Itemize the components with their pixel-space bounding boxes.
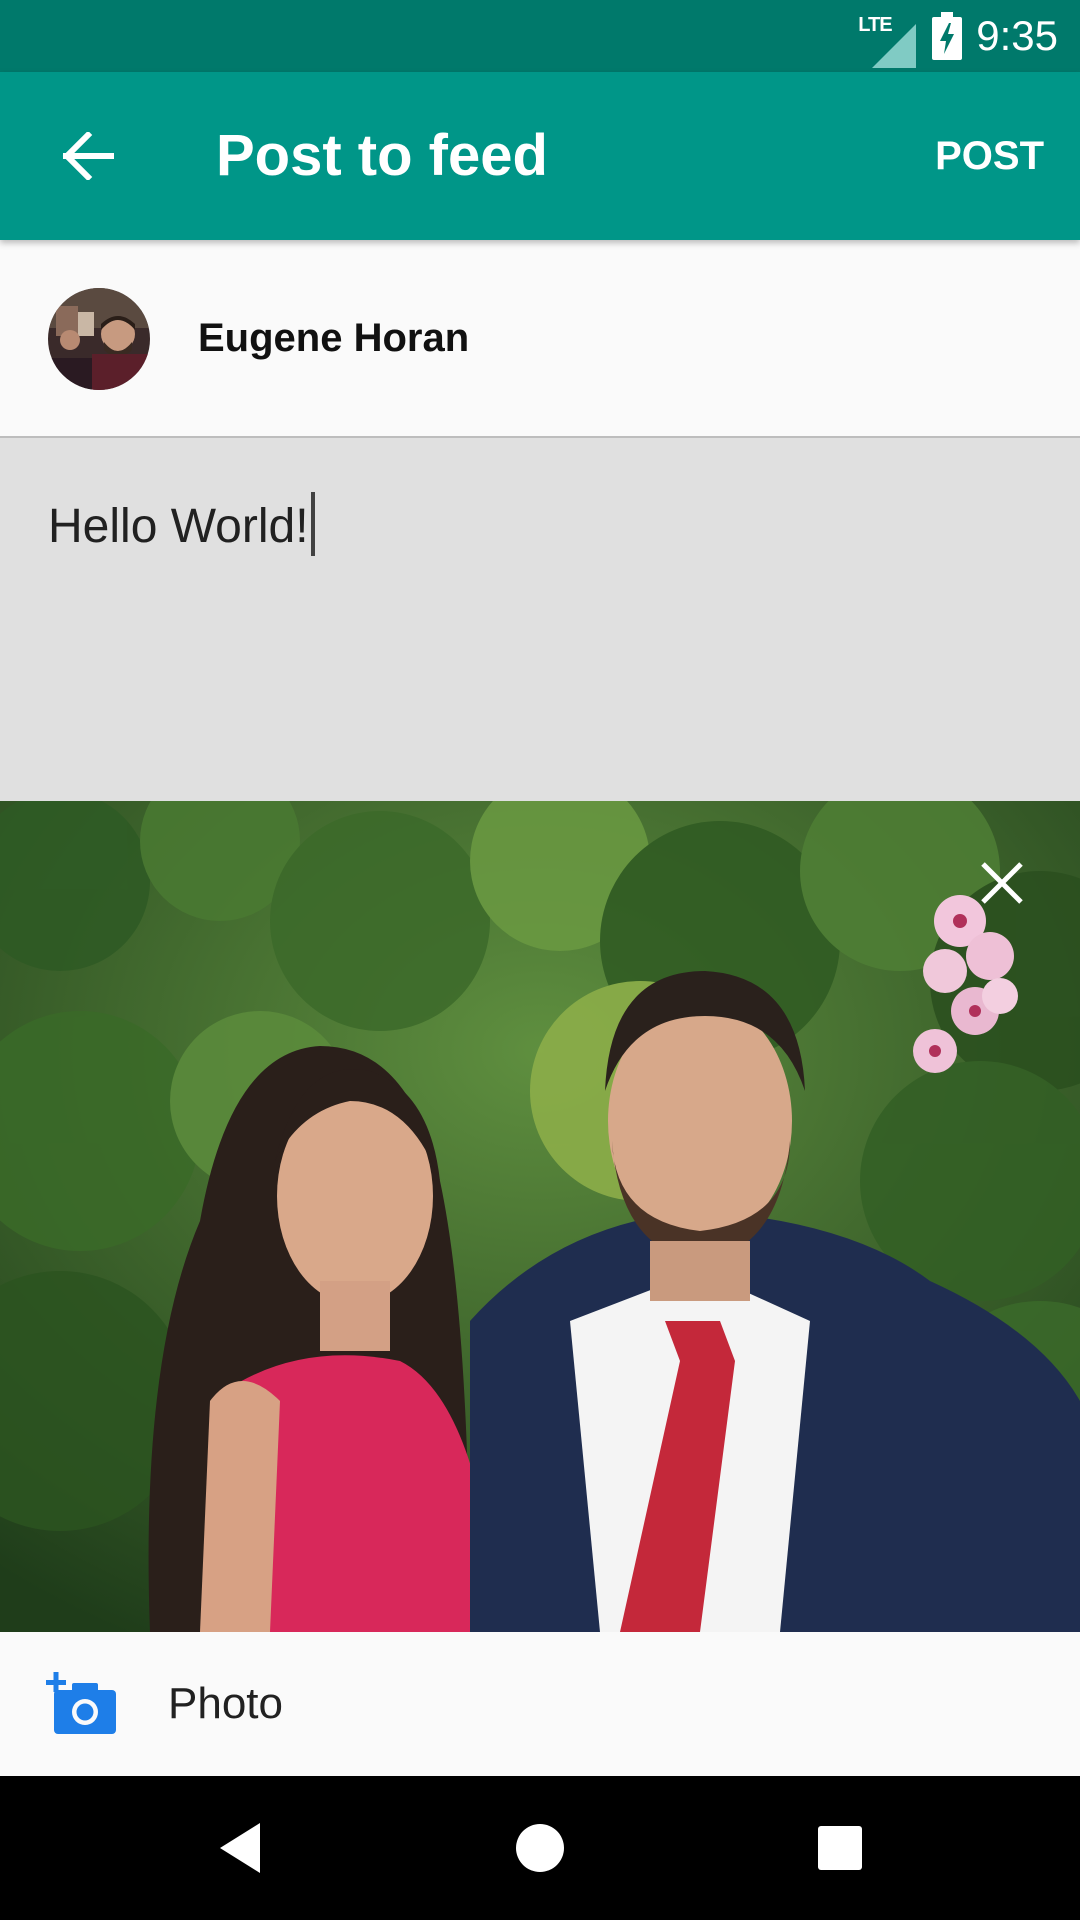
close-icon — [981, 862, 1023, 904]
avatar — [48, 288, 150, 390]
status-icons: LTE 9:35 — [858, 0, 1058, 72]
lte-signal-icon: LTE — [858, 12, 918, 68]
nav-recents-icon — [818, 1826, 862, 1870]
nav-back-button[interactable] — [204, 1812, 276, 1884]
add-photo-button[interactable]: Photo — [0, 1632, 1080, 1776]
post-button[interactable]: POST — [935, 120, 1044, 192]
nav-back-icon — [220, 1823, 260, 1873]
nav-recents-button[interactable] — [804, 1812, 876, 1884]
post-text-value: Hello World! — [48, 500, 309, 553]
author-name: Eugene Horan — [198, 316, 470, 360]
author-row: Eugene Horan — [0, 240, 1080, 438]
nav-home-icon — [516, 1824, 564, 1872]
signal-icon — [872, 24, 917, 68]
screen: LTE 9:35 Post to feed POST Eugene Horan … — [0, 0, 1080, 1920]
clock: 9:35 — [976, 12, 1058, 59]
system-nav-bar — [0, 1776, 1080, 1920]
back-button[interactable] — [40, 108, 136, 204]
post-text-input[interactable]: Hello World! — [0, 438, 1080, 801]
status-bar: LTE 9:35 — [0, 0, 1080, 72]
text-cursor — [310, 492, 315, 556]
nav-home-button[interactable] — [504, 1812, 576, 1884]
page-title: Post to feed — [216, 123, 548, 188]
app-bar: Post to feed POST — [0, 72, 1080, 240]
attached-photo-image — [0, 801, 1080, 1632]
add-photo-label: Photo — [168, 1679, 283, 1728]
attached-photo — [0, 801, 1080, 1632]
remove-photo-button[interactable] — [960, 841, 1044, 925]
add-a-photo-icon — [46, 1672, 116, 1734]
battery-charging-icon — [932, 12, 963, 60]
arrow-back-icon — [62, 132, 114, 180]
avatar-image — [48, 288, 150, 390]
